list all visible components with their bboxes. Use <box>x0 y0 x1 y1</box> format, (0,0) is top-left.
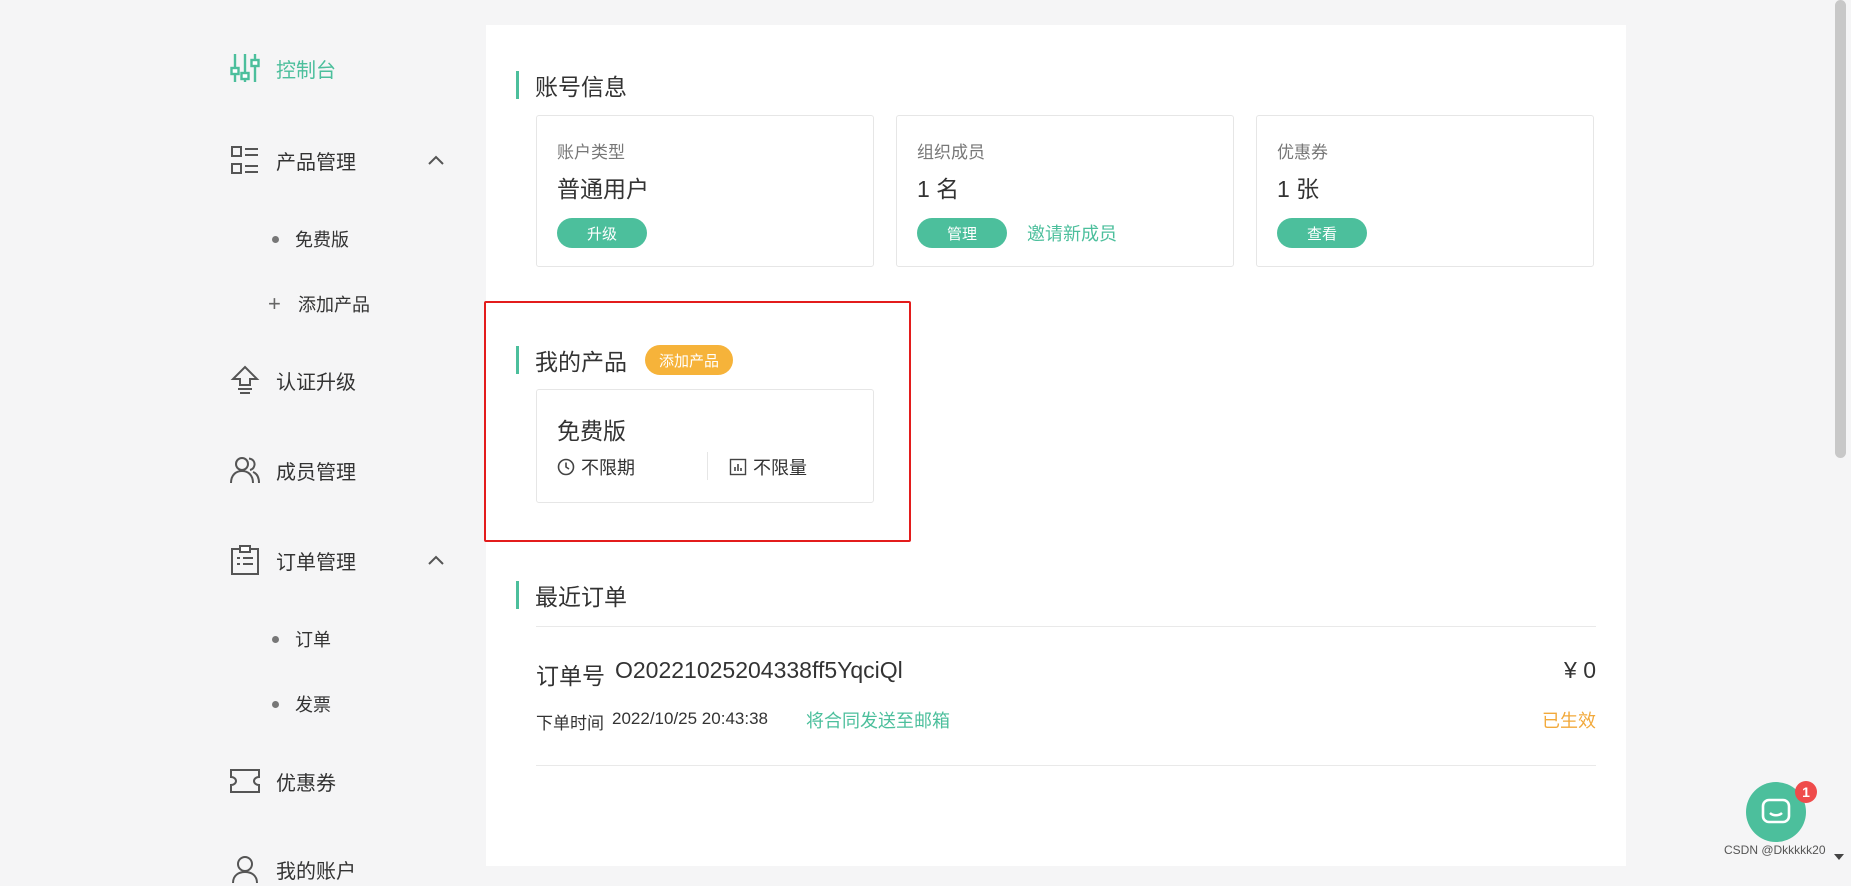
section-my-products: 我的产品 添加产品 <box>516 343 734 377</box>
feature-label: 不限量 <box>753 458 807 478</box>
feature-quota: 不限量 <box>729 454 807 480</box>
sidebar-item-label: 认证升级 <box>276 371 356 394</box>
sidebar-item-order-management[interactable]: 订单管理 <box>228 543 356 577</box>
manage-members-button[interactable]: 管理 <box>917 218 1007 248</box>
order-time-value: 2022/10/25 20:43:38 <box>612 709 768 728</box>
users-icon <box>228 453 262 487</box>
sidebar-item-member-management[interactable]: 成员管理 <box>228 453 356 487</box>
watermark: CSDN @Dkkkkk20 <box>1724 843 1826 857</box>
sidebar-item-my-account[interactable]: 我的账户 <box>228 852 356 886</box>
product-card-free[interactable]: 免费版 不限期 不限量 <box>536 389 874 503</box>
sidebar-item-product-management[interactable]: 产品管理 <box>228 143 356 177</box>
sidebar-item-label: 产品管理 <box>276 151 356 174</box>
section-accent-bar <box>516 581 519 609</box>
send-contract-link[interactable]: 将合同发送至邮箱 <box>806 707 950 733</box>
order-number: 订单号 O20221025204338ff5YqciQl <box>536 657 903 691</box>
sidebar-subitem-free[interactable]: 免费版 <box>272 226 349 252</box>
clock-icon <box>557 458 575 476</box>
section-account-info: 账号信息 <box>516 68 627 102</box>
card-label: 组织成员 <box>917 143 985 162</box>
section-accent-bar <box>516 71 519 99</box>
chevron-up-icon[interactable] <box>426 553 446 567</box>
chat-icon <box>1761 798 1791 824</box>
bullet-dot <box>272 235 279 243</box>
order-status: 已生效 <box>1542 711 1596 731</box>
grid-list-icon <box>228 143 262 177</box>
card-value: 1 名 <box>917 176 960 202</box>
sidebar-item-label: 订单管理 <box>276 551 356 574</box>
sidebar-subitem-invoice[interactable]: 发票 <box>272 691 331 717</box>
card-value: 普通用户 <box>557 176 649 202</box>
add-product-button[interactable]: 添加产品 <box>645 345 734 375</box>
product-name: 免费版 <box>557 418 626 444</box>
upgrade-button[interactable]: 升级 <box>557 218 647 248</box>
order-number-label: 订单号 <box>536 663 605 689</box>
bullet-dot <box>272 700 279 708</box>
order-price: ¥ 0 <box>1564 657 1596 683</box>
notification-badge: 1 <box>1795 781 1817 803</box>
chevron-up-icon[interactable] <box>426 153 446 167</box>
sidebar-subitem-add-product[interactable]: + 添加产品 <box>268 291 370 317</box>
card-label: 优惠券 <box>1277 143 1328 162</box>
bullet-dot <box>272 635 279 643</box>
clipboard-icon <box>228 543 262 577</box>
sidebar-item-label: 成员管理 <box>276 461 356 484</box>
sidebar-item-label: 优惠券 <box>276 772 336 795</box>
feature-label: 不限期 <box>581 458 635 478</box>
section-accent-bar <box>516 346 519 374</box>
sidebar-subitem-label: 免费版 <box>295 230 349 250</box>
user-icon <box>228 852 262 886</box>
bar-chart-icon <box>729 458 747 476</box>
section-title: 账号信息 <box>535 74 627 100</box>
card-value: 1 张 <box>1277 176 1320 202</box>
divider <box>536 626 1596 627</box>
upgrade-arrow-icon <box>228 363 262 397</box>
section-title: 我的产品 <box>535 349 627 375</box>
sliders-icon <box>228 51 262 85</box>
sidebar-item-coupons[interactable]: 优惠券 <box>228 764 336 798</box>
coupon-card: 优惠券 1 张 查看 <box>1256 115 1594 267</box>
order-time: 下单时间 2022/10/25 20:43:38 <box>536 709 768 734</box>
sidebar-item-label: 我的账户 <box>276 860 356 883</box>
sidebar-subitem-orders[interactable]: 订单 <box>272 626 331 652</box>
invite-member-link[interactable]: 邀请新成员 <box>1027 220 1117 246</box>
plus-icon: + <box>268 291 281 316</box>
divider <box>707 452 708 480</box>
account-type-card: 账户类型 普通用户 升级 <box>536 115 874 267</box>
order-number-value: O20221025204338ff5YqciQl <box>615 657 903 683</box>
main-panel: 账号信息 账户类型 普通用户 升级 组织成员 1 名 管理 邀请新成员 优惠券 … <box>486 25 1626 866</box>
sidebar-subitem-label: 发票 <box>295 695 331 715</box>
section-recent-orders: 最近订单 <box>516 578 627 612</box>
card-label: 账户类型 <box>557 143 625 162</box>
caret-down-icon <box>1834 854 1844 860</box>
members-card: 组织成员 1 名 管理 邀请新成员 <box>896 115 1234 267</box>
order-time-label: 下单时间 <box>536 714 604 733</box>
sidebar-item-label: 控制台 <box>276 59 336 82</box>
view-coupons-button[interactable]: 查看 <box>1277 218 1367 248</box>
divider <box>536 765 1596 766</box>
sidebar-subitem-label: 添加产品 <box>298 295 370 315</box>
sidebar-item-dashboard[interactable]: 控制台 <box>228 51 336 85</box>
section-title: 最近订单 <box>535 584 627 610</box>
ticket-icon <box>228 764 262 798</box>
sidebar-item-cert-upgrade[interactable]: 认证升级 <box>228 363 356 397</box>
scrollbar-thumb[interactable] <box>1835 0 1846 458</box>
sidebar-subitem-label: 订单 <box>295 630 331 650</box>
feature-period: 不限期 <box>557 454 635 480</box>
sidebar: 控制台 产品管理 免费版 + 添加产品 认证升级 成员管理 订单管理 订单 发票… <box>0 0 470 884</box>
